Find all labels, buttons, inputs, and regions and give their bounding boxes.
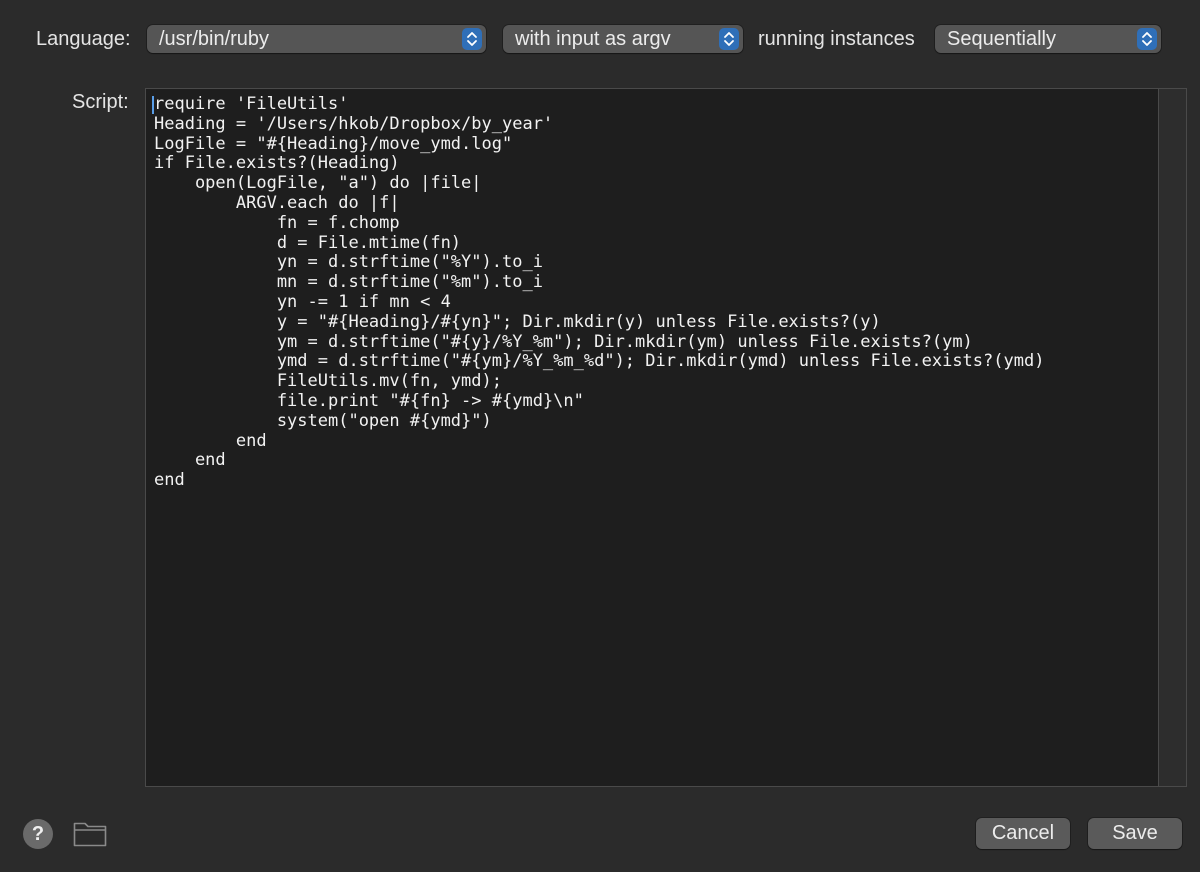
- running-instances-popup[interactable]: Sequentially: [935, 25, 1161, 53]
- language-label: Language:: [36, 28, 131, 50]
- language-popup-value: /usr/bin/ruby: [159, 28, 270, 50]
- help-button[interactable]: ?: [23, 819, 53, 849]
- chevron-up-down-icon: [462, 28, 482, 50]
- input-mode-popup-value: with input as argv: [515, 28, 671, 50]
- script-code[interactable]: require 'FileUtils' Heading = '/Users/hk…: [154, 94, 1044, 491]
- script-label: Script:: [72, 91, 129, 113]
- chevron-up-down-icon: [719, 28, 739, 50]
- language-popup[interactable]: /usr/bin/ruby: [147, 25, 486, 53]
- save-button[interactable]: Save: [1088, 818, 1182, 849]
- chevron-up-down-icon: [1137, 28, 1157, 50]
- folder-icon: [73, 822, 107, 847]
- question-mark-icon: ?: [31, 823, 45, 845]
- cancel-button[interactable]: Cancel: [976, 818, 1070, 849]
- script-editor-window: Language: /usr/bin/ruby with input as ar…: [0, 0, 1200, 872]
- vertical-scrollbar[interactable]: [1159, 88, 1187, 787]
- running-instances-label: running instances: [758, 28, 915, 50]
- script-editor[interactable]: require 'FileUtils' Heading = '/Users/hk…: [145, 88, 1159, 787]
- folder-button[interactable]: [72, 818, 108, 848]
- running-instances-popup-value: Sequentially: [947, 28, 1056, 50]
- input-mode-popup[interactable]: with input as argv: [503, 25, 743, 53]
